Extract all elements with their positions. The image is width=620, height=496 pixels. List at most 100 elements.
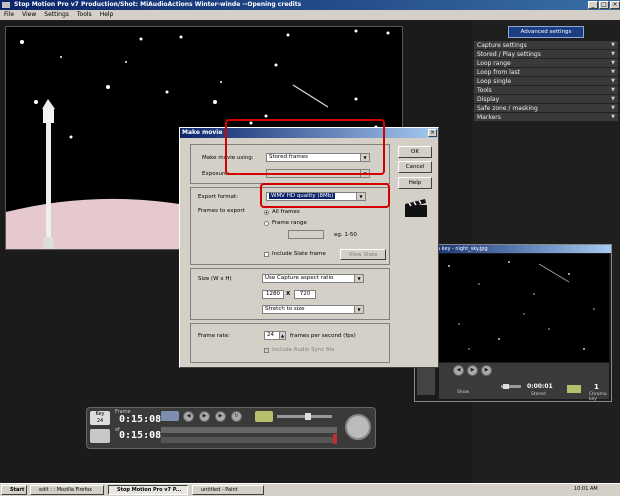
clock: 10:01 AM <box>574 486 598 492</box>
all-frames-label: All frames <box>272 209 300 215</box>
menu-file[interactable]: File <box>0 10 18 19</box>
all-frames-radio[interactable] <box>264 210 269 215</box>
dialog-close-icon[interactable]: × <box>428 129 437 137</box>
key-mode-button[interactable] <box>567 385 581 393</box>
panel-stored-play-settings[interactable]: Stored / Play settings ▼ <box>474 50 618 59</box>
panel-loop-from-last[interactable]: Loop from last ▼ <box>474 68 618 77</box>
key-play-icon[interactable]: ▶ <box>467 365 478 376</box>
export-format-label: Export format: <box>198 194 238 200</box>
cancel-button[interactable]: Cancel <box>398 161 432 173</box>
chroma-key-window: a key - night_sky.jpg ◀ ▶ ▶ 0:00:01 Stor… <box>414 244 612 402</box>
range-hint: eg. 1-50 <box>334 232 357 238</box>
width-input[interactable]: 1280 <box>262 290 284 299</box>
frame-range-label: Frame range <box>272 220 307 226</box>
panel-capture-settings[interactable]: Capture settings ▼ <box>474 41 618 50</box>
play-icon[interactable]: ▶ <box>199 411 210 422</box>
current-time: 0:15:08 <box>119 414 162 425</box>
highlight-make-movie-using <box>225 119 385 175</box>
chevron-down-icon: ▼ <box>611 78 615 84</box>
menu-view[interactable]: View <box>18 10 40 19</box>
frame-rate-unit: frames per second (fps) <box>290 333 356 339</box>
start-button[interactable]: Start <box>1 485 27 495</box>
show-label[interactable]: Show <box>457 390 469 395</box>
height-input[interactable]: 720 <box>294 290 316 299</box>
chevron-down-icon[interactable]: ▼ <box>354 275 363 282</box>
panel-item-label: Loop from last <box>477 69 520 76</box>
view-slate-button[interactable]: View Slate <box>340 249 386 260</box>
camera-icon[interactable] <box>90 429 110 443</box>
menu-settings[interactable]: Settings <box>40 10 73 19</box>
menu-help[interactable]: Help <box>96 10 118 19</box>
frame-rate-label: Frame rate: <box>198 333 230 339</box>
times-symbol: X <box>286 291 291 297</box>
frame-range-input[interactable] <box>288 230 324 239</box>
frame-range-radio[interactable] <box>264 221 269 226</box>
starfield-image <box>439 254 609 362</box>
key-slider-handle[interactable] <box>503 384 509 389</box>
panel-item-label: Loop single <box>477 78 512 85</box>
chevron-down-icon: ▼ <box>611 87 615 93</box>
key-tool-icon[interactable] <box>417 365 435 395</box>
chevron-down-icon: ▼ <box>611 60 615 66</box>
fps-value: 24 <box>96 418 104 424</box>
advanced-settings-button[interactable]: Advanced settings <box>508 26 584 38</box>
include-audio-checkbox[interactable] <box>264 348 269 353</box>
panel-markers[interactable]: Markers ▼ <box>474 113 618 122</box>
playhead-marker[interactable] <box>333 434 337 444</box>
live-button[interactable] <box>255 411 273 422</box>
panel-loop-single[interactable]: Loop single ▼ <box>474 77 618 86</box>
menu-tools[interactable]: Tools <box>73 10 96 19</box>
key-controls: ◀ ▶ ▶ 0:00:01 Stored 1 Chroma key Show <box>439 363 609 402</box>
panel-item-label: Tools <box>477 87 492 94</box>
chevron-down-icon: ▼ <box>611 42 615 48</box>
panel-item-label: Markers <box>477 114 501 121</box>
chroma-value: 1 <box>594 383 599 391</box>
app-title-bar: Stop Motion Pro v7 Production/Shot: MiAu… <box>0 0 620 10</box>
panel-display[interactable]: Display ▼ <box>474 95 618 104</box>
chroma-key-label: Chroma key <box>589 392 607 402</box>
help-button[interactable]: Help <box>398 177 432 189</box>
include-slate-checkbox[interactable] <box>264 252 269 257</box>
size-value: Use Capture aspect ratio <box>265 275 334 281</box>
menu-bar: File View Settings Tools Help <box>0 10 620 20</box>
opacity-slider-handle[interactable] <box>305 413 311 420</box>
frame-rate-group <box>190 323 390 363</box>
panel-loop-range[interactable]: Loop range ▼ <box>474 59 618 68</box>
key-next-icon[interactable]: ▶ <box>481 365 492 376</box>
size-label: Size (W x H) <box>198 276 232 282</box>
timeline-track[interactable] <box>161 427 337 433</box>
panel-item-label: Safe zone / masking <box>477 105 538 112</box>
loop-icon[interactable]: ↻ <box>231 411 242 422</box>
ok-button[interactable]: OK <box>398 146 432 158</box>
taskbar-firefox[interactable]: edit : : Mozilla Firefox <box>30 485 104 495</box>
frame-scrubber[interactable] <box>161 437 337 443</box>
app-icon <box>2 2 10 8</box>
panel-item-label: Loop range <box>477 60 511 67</box>
clapperboard-icon <box>405 199 427 217</box>
stretch-select[interactable]: Stretch to size ▼ <box>262 305 364 314</box>
panel-item-label: Stored / Play settings <box>477 51 541 58</box>
playback-mode-button[interactable] <box>161 411 179 421</box>
panel-item-label: Capture settings <box>477 42 527 49</box>
taskbar-paint[interactable]: untitled - Paint <box>192 485 264 495</box>
close-button[interactable]: × <box>610 1 620 9</box>
chevron-down-icon: ▼ <box>611 96 615 102</box>
spinner-icon[interactable]: ▲ <box>279 332 285 339</box>
maximize-button[interactable]: □ <box>599 1 609 9</box>
chevron-down-icon: ▼ <box>611 105 615 111</box>
panel-item-label: Display <box>477 96 500 103</box>
step-back-icon[interactable]: ◀ <box>183 411 194 422</box>
minimize-button[interactable]: _ <box>588 1 598 9</box>
chevron-down-icon[interactable]: ▼ <box>354 306 363 313</box>
capture-button-icon[interactable] <box>345 414 371 440</box>
frame-rate-input[interactable]: 24 ▲ <box>264 331 286 340</box>
chevron-down-icon: ▼ <box>611 69 615 75</box>
taskbar-stop-motion[interactable]: Stop Motion Pro v7 P... <box>108 485 188 495</box>
size-select[interactable]: Use Capture aspect ratio ▼ <box>262 274 364 283</box>
step-forward-icon[interactable]: ▶ <box>215 411 226 422</box>
panel-safe-zone[interactable]: Safe zone / masking ▼ <box>474 104 618 113</box>
total-time: 0:15:08 <box>119 430 162 441</box>
panel-tools[interactable]: Tools ▼ <box>474 86 618 95</box>
key-time: 0:00:01 <box>527 383 553 390</box>
key-prev-icon[interactable]: ◀ <box>453 365 464 376</box>
